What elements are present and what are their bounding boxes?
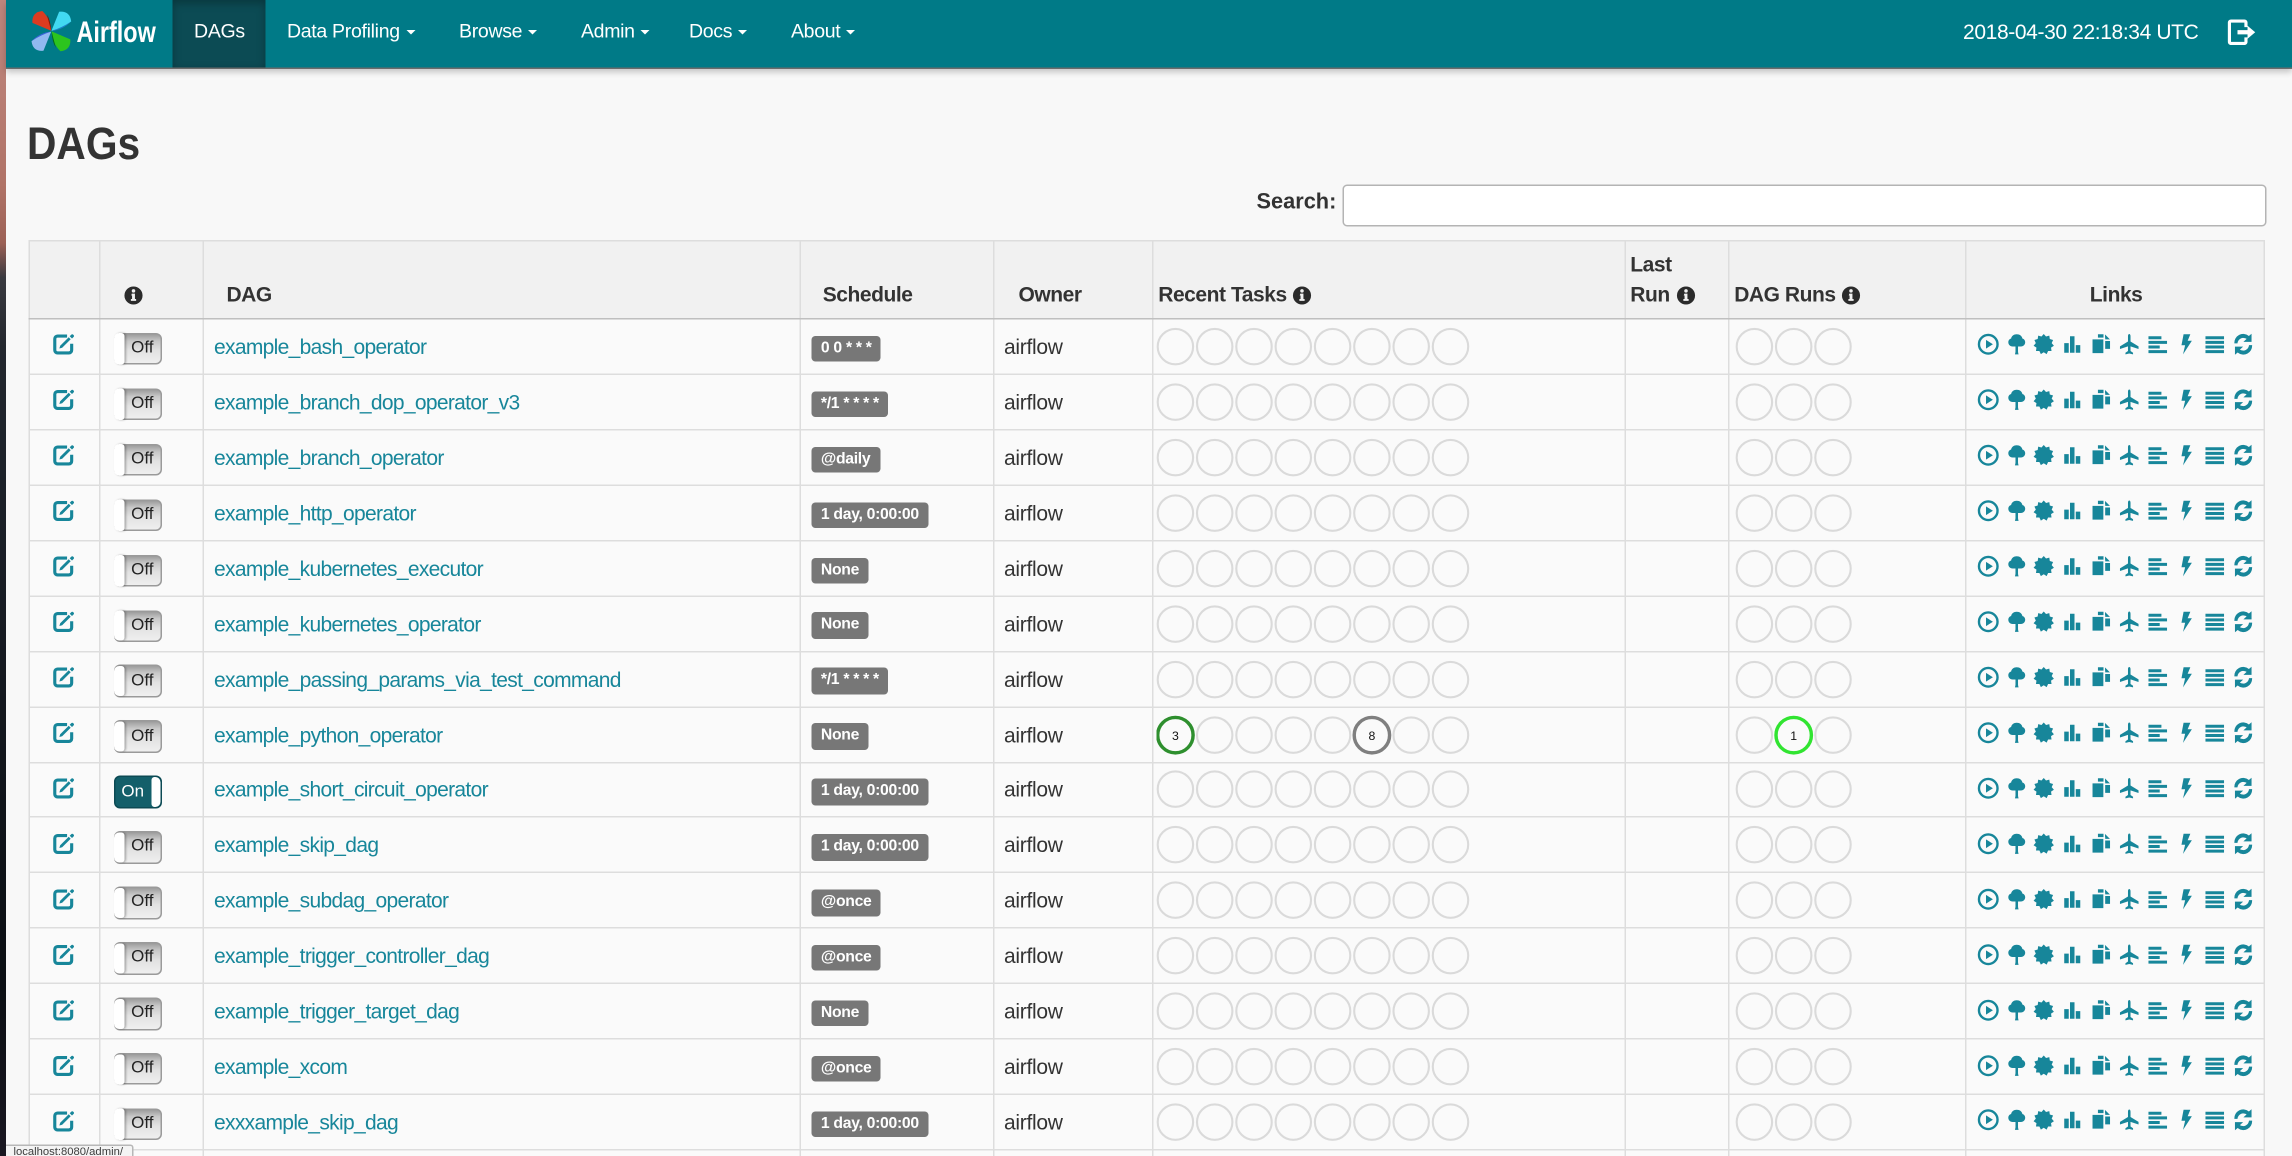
svg-text:1: 1 xyxy=(1790,728,1797,742)
svg-text:3: 3 xyxy=(1172,728,1179,742)
svg-text:8: 8 xyxy=(1368,728,1375,742)
